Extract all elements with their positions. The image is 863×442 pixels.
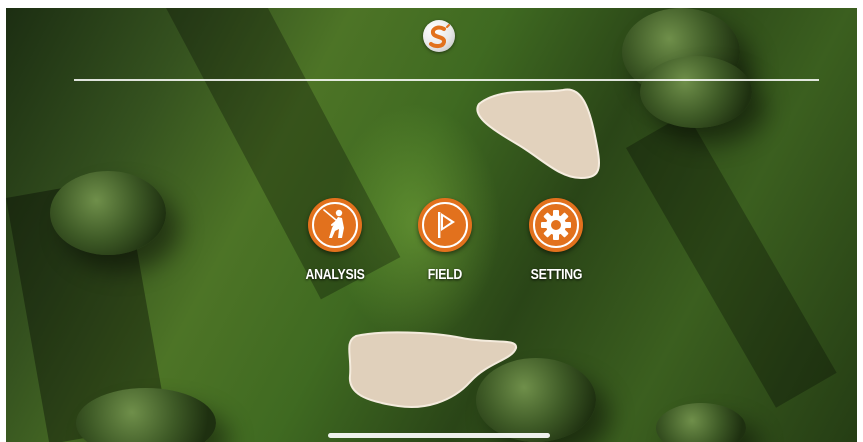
field-button[interactable]: FIELD — [400, 198, 490, 298]
tree — [640, 56, 752, 128]
golf-course-background: ANALYSIS FIELD SETTING — [6, 8, 857, 442]
home-indicator[interactable] — [328, 433, 550, 438]
golfer-icon — [308, 198, 362, 252]
sand-bunker — [476, 88, 600, 180]
sand-bunker — [348, 331, 517, 408]
header-divider — [74, 79, 819, 81]
field-label: FIELD — [427, 266, 463, 283]
tree-shadow — [626, 113, 837, 408]
analysis-label: ANALYSIS — [305, 266, 365, 283]
tree — [50, 171, 166, 255]
s-logo-icon — [423, 20, 455, 52]
flag-icon — [418, 198, 472, 252]
tree — [656, 403, 746, 442]
gear-icon — [529, 198, 583, 252]
setting-button[interactable]: SETTING — [511, 198, 601, 298]
setting-label: SETTING — [530, 266, 582, 283]
analysis-button[interactable]: ANALYSIS — [290, 198, 380, 298]
